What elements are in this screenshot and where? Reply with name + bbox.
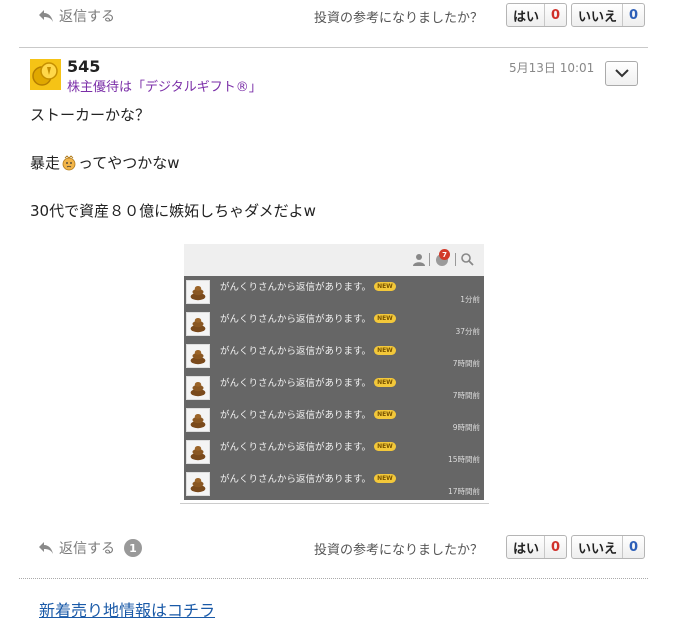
notification-time: 17時間前 [447, 487, 480, 496]
gold-coin-avatar-icon[interactable] [30, 59, 61, 90]
notification-item[interactable]: がんくりさんから返信があります。 NEW 17時間前 [184, 468, 484, 500]
yes-count: 0 [544, 4, 566, 26]
no-label: いいえ [578, 9, 618, 25]
header-separator [455, 253, 456, 266]
user-tagline[interactable]: 株主優待は「デジタルギフト®」 [67, 76, 262, 95]
screenshot-header: 7 [184, 244, 484, 276]
notification-time: 1分前 [460, 295, 480, 304]
no-label: いいえ [578, 541, 618, 557]
new-badge: NEW [374, 441, 396, 451]
reply-label: 返信する [59, 541, 115, 557]
poop-icon [186, 280, 210, 304]
notification-text-row: がんくりさんから返信があります。 NEW [220, 343, 396, 357]
poop-icon [186, 312, 210, 336]
new-badge: NEW [374, 345, 396, 355]
username[interactable]: 545 [67, 57, 100, 76]
notification-text: がんくりさんから返信があります。 [220, 378, 372, 389]
notification-time: 37分前 [455, 327, 480, 336]
screenshot-underline [180, 503, 489, 504]
notification-text-row: がんくりさんから返信があります。 NEW [220, 279, 396, 293]
search-icon [461, 253, 474, 266]
notification-item[interactable]: がんくりさんから返信があります。 NEW 15時間前 [184, 436, 484, 468]
post-line-1: ストーカーかな？ [30, 106, 151, 124]
post-text-segment: 暴走 [30, 154, 61, 172]
post-line-3: 30代で資産８０億に嫉妬しちゃダメだよw [30, 202, 316, 220]
notification-text: がんくりさんから返信があります。 [220, 474, 372, 485]
yes-label: はい [513, 9, 540, 25]
new-badge: NEW [374, 473, 396, 483]
reply-label: 返信する [59, 9, 115, 25]
no-vote-button[interactable]: いいえ 0 [571, 3, 646, 27]
notification-time: 15時間前 [447, 455, 480, 464]
poop-icon [186, 472, 210, 496]
notification-text: がんくりさんから返信があります。 [220, 282, 372, 293]
notification-text-row: がんくりさんから返信があります。 NEW [220, 407, 396, 421]
no-count: 0 [622, 536, 644, 558]
yes-vote-button[interactable]: はい 0 [506, 3, 568, 27]
reply-button[interactable]: 返信する 1 [38, 538, 142, 558]
new-badge: NEW [374, 313, 396, 323]
reply-button[interactable]: 返信する [38, 6, 115, 26]
notification-time: 7時間前 [452, 359, 480, 368]
helpful-question: 投資の参考になりましたか？ [314, 11, 484, 26]
notification-time: 7時間前 [452, 391, 480, 400]
notification-list: がんくりさんから返信があります。 NEW 1分前 がんくりさんから返信があります。… [184, 276, 484, 500]
poop-icon [186, 440, 210, 464]
notification-text: がんくりさんから返信があります。 [220, 442, 372, 453]
post-timestamp: 5月13日 10:01 [509, 61, 595, 75]
notification-text: がんくりさんから返信があります。 [220, 314, 372, 325]
no-vote-button[interactable]: いいえ 0 [571, 535, 646, 559]
notification-item[interactable]: がんくりさんから返信があります。 NEW 7時間前 [184, 372, 484, 404]
notification-item[interactable]: がんくりさんから返信があります。 NEW 9時間前 [184, 404, 484, 436]
notification-text-row: がんくりさんから返信があります。 NEW [220, 471, 396, 485]
notification-text-row: がんくりさんから返信があります。 NEW [220, 375, 396, 389]
new-badge: NEW [374, 377, 396, 387]
new-badge: NEW [374, 281, 396, 291]
notification-text: がんくりさんから返信があります。 [220, 410, 372, 421]
post-line-2: 暴走 ってやつかなw [30, 152, 180, 173]
reply-arrow-icon [39, 10, 53, 22]
new-badge: NEW [374, 409, 396, 419]
notification-text: がんくりさんから返信があります。 [220, 346, 372, 357]
reply-count-badge: 1 [124, 539, 142, 557]
section-divider [19, 578, 648, 579]
notification-text-row: がんくりさんから返信があります。 NEW [220, 439, 396, 453]
post-text-segment: ってやつかなw [78, 154, 180, 172]
chevron-down-icon [614, 69, 629, 78]
yes-label: はい [513, 541, 540, 557]
top-action-bar: 返信する 投資の参考になりましたか？ はい 0 いいえ 0 [0, 0, 686, 34]
helpful-question: 投資の参考になりましたか？ [314, 543, 484, 558]
yes-count: 0 [544, 536, 566, 558]
post-divider [19, 47, 648, 48]
notification-item[interactable]: がんくりさんから返信があります。 NEW 37分前 [184, 308, 484, 340]
reply-arrow-icon [39, 542, 53, 554]
listings-link[interactable]: 新着売り地情報はコチラ [39, 597, 215, 618]
notification-item[interactable]: がんくりさんから返信があります。 NEW 7時間前 [184, 340, 484, 372]
embedded-screenshot[interactable]: 7 がんくりさんから返信があります。 NEW 1分前 がんくりさんから返信がありま… [180, 244, 489, 505]
header-separator [429, 253, 430, 266]
poop-icon [186, 376, 210, 400]
poop-icon [186, 344, 210, 368]
angry-face-emoji-icon [62, 154, 76, 170]
yes-vote-button[interactable]: はい 0 [506, 535, 568, 559]
notification-text-row: がんくりさんから返信があります。 NEW [220, 311, 396, 325]
notification-item[interactable]: がんくりさんから返信があります。 NEW 1分前 [184, 276, 484, 308]
user-icon [413, 254, 425, 266]
post-menu-button[interactable] [605, 61, 638, 86]
notification-count-badge: 7 [439, 249, 450, 260]
poop-icon [186, 408, 210, 432]
no-count: 0 [622, 4, 644, 26]
notification-time: 9時間前 [452, 423, 480, 432]
